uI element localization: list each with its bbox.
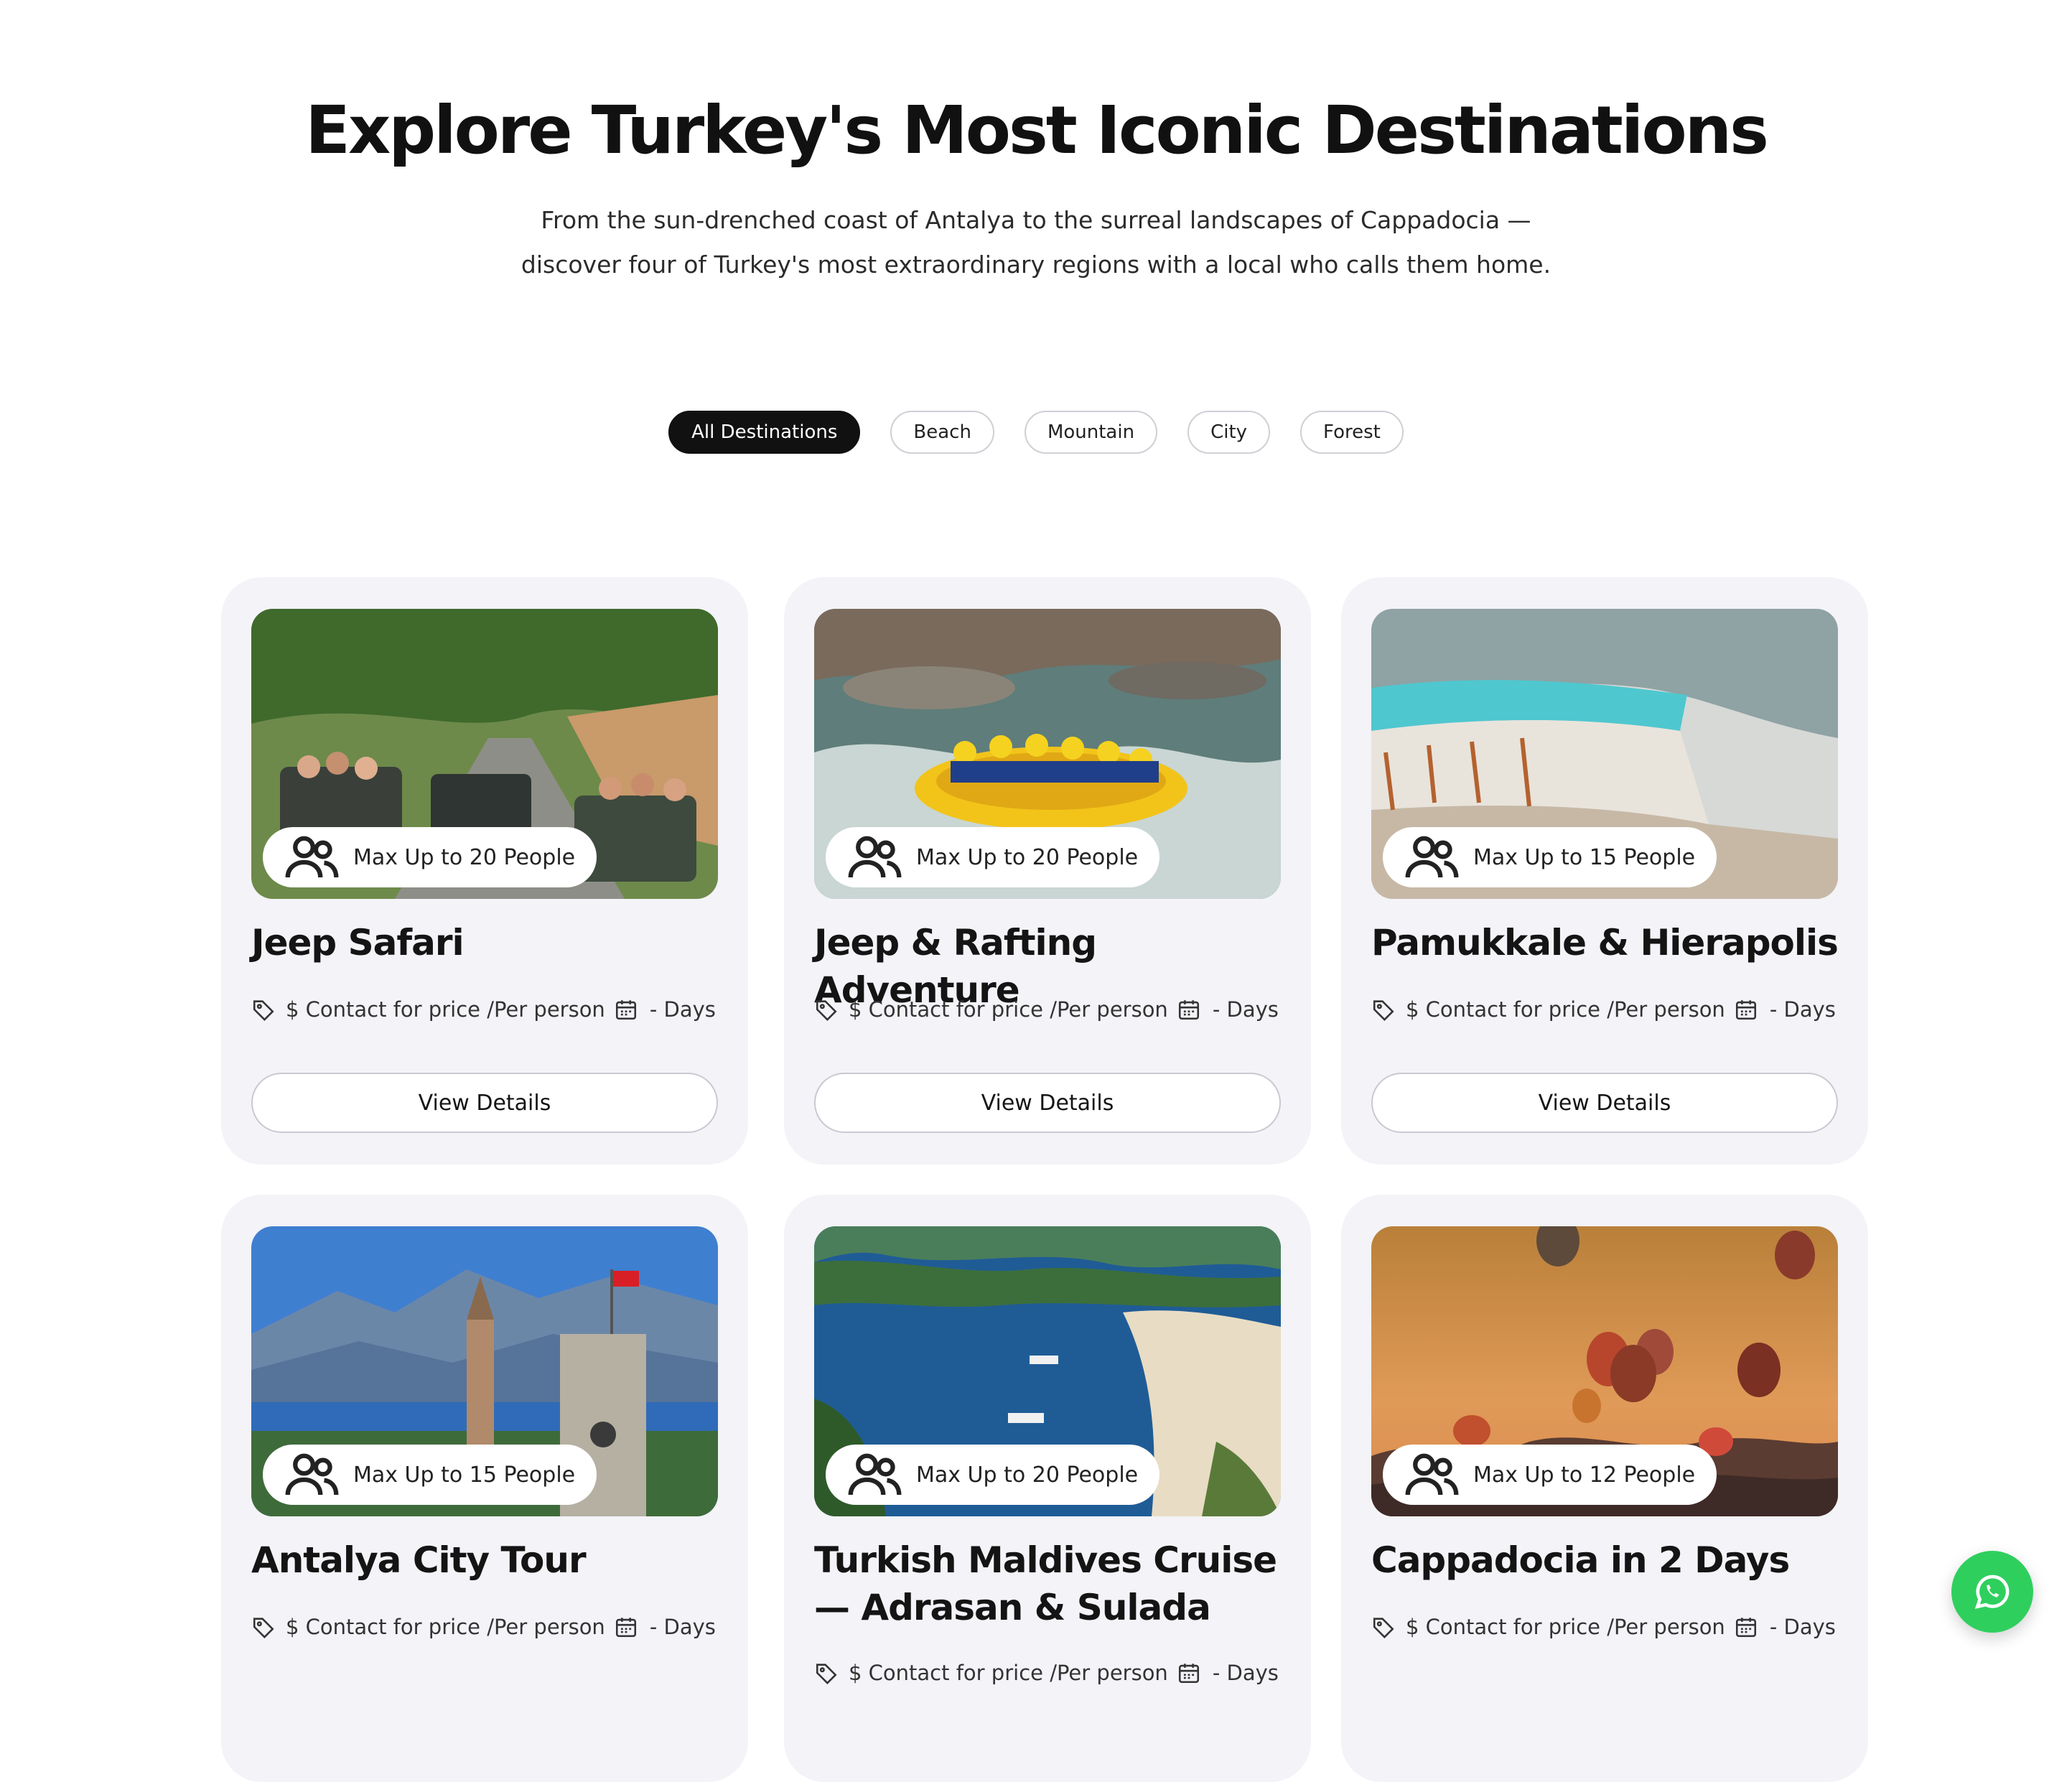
view-details-button[interactable]: View Details	[1371, 1073, 1838, 1133]
calendar-icon	[1178, 1664, 1199, 1684]
tour-meta: $ Contact for price /Per person - Days	[251, 1613, 718, 1641]
price-tag-icon	[253, 1618, 274, 1638]
users-icon	[285, 1453, 339, 1496]
calendar-icon	[615, 1000, 636, 1020]
tour-title[interactable]: Pamukkale & Hierapolis	[1371, 919, 1845, 966]
tour-price: $ Contact for price /Per person	[849, 997, 1168, 1022]
tour-price: $ Contact for price /Per person	[286, 1615, 605, 1639]
calendar-icon	[1735, 1000, 1756, 1020]
tour-price: $ Contact for price /Per person	[849, 1661, 1168, 1685]
section-title: Explore Turkey's Most Iconic Destination…	[305, 92, 1769, 169]
tour-duration: - Days	[1212, 1661, 1279, 1685]
intro-line-2: discover four of Turkey's most extraordi…	[521, 251, 1551, 279]
capacity-text: Max Up to 20 People	[916, 844, 1139, 870]
filter-beach[interactable]: Beach	[890, 411, 994, 454]
hot-air-balloons-photo[interactable]: Max Up to 12 People	[1371, 1226, 1838, 1516]
calendar-icon	[1178, 1000, 1199, 1020]
tour-card: Max Up to 20 People Turkish Maldives Cru…	[784, 1195, 1311, 1782]
adrasan-bay-photo[interactable]: Max Up to 20 People	[814, 1226, 1281, 1516]
capacity-badge: Max Up to 12 People	[1383, 1445, 1717, 1505]
tour-card: Max Up to 15 People Pamukkale & Hierapol…	[1341, 577, 1868, 1165]
capacity-badge: Max Up to 20 People	[826, 827, 1160, 887]
tour-title[interactable]: Turkish Maldives Cruise — Adrasan & Sula…	[814, 1536, 1288, 1631]
tour-meta: $ Contact for price /Per person - Days	[814, 1659, 1281, 1687]
tour-duration: - Days	[649, 1615, 716, 1639]
antalya-clock-tower-photo[interactable]: Max Up to 15 People	[251, 1226, 718, 1516]
price-tag-icon	[253, 1000, 274, 1021]
intro-line-1: From the sun-drenched coast of Antalya t…	[541, 206, 1531, 234]
tour-meta: $ Contact for price /Per person - Days	[814, 995, 1281, 1024]
capacity-badge: Max Up to 15 People	[1383, 827, 1717, 887]
whatsapp-chat-button[interactable]	[1951, 1551, 2033, 1633]
tour-card: Max Up to 15 People Antalya City Tour $ …	[221, 1195, 748, 1782]
tour-meta: $ Contact for price /Per person - Days	[1371, 1613, 1838, 1641]
filter-forest[interactable]: Forest	[1300, 411, 1404, 454]
filter-city[interactable]: City	[1187, 411, 1271, 454]
rafting-photo[interactable]: Max Up to 20 People	[814, 609, 1281, 899]
view-details-button[interactable]: View Details	[814, 1073, 1281, 1133]
calendar-icon	[1735, 1618, 1756, 1638]
calendar-icon	[615, 1618, 636, 1638]
tour-duration: - Days	[1212, 997, 1279, 1022]
destination-filters: All Destinations Beach Mountain City For…	[0, 411, 2072, 454]
tour-card: Max Up to 20 People Jeep & Rafting Adven…	[784, 577, 1311, 1165]
pamukkale-terraces-photo[interactable]: Max Up to 15 People	[1371, 609, 1838, 899]
price-tag-icon	[816, 1664, 837, 1684]
capacity-badge: Max Up to 15 People	[263, 1445, 597, 1505]
price-tag-icon	[1373, 1618, 1394, 1638]
tour-price: $ Contact for price /Per person	[1406, 997, 1725, 1022]
capacity-text: Max Up to 20 People	[916, 1462, 1139, 1488]
tour-duration: - Days	[1769, 997, 1836, 1022]
tour-card: Max Up to 20 People Jeep Safari $ Contac…	[221, 577, 748, 1165]
price-tag-icon	[1373, 1000, 1394, 1021]
users-icon	[1405, 1453, 1459, 1496]
capacity-badge: Max Up to 20 People	[826, 1445, 1160, 1505]
capacity-text: Max Up to 12 People	[1473, 1462, 1696, 1488]
jeep-safari-photo[interactable]: Max Up to 20 People	[251, 609, 718, 899]
users-icon	[848, 836, 902, 878]
tour-title[interactable]: Cappadocia in 2 Days	[1371, 1536, 1845, 1584]
tour-duration: - Days	[1769, 1615, 1836, 1639]
filter-mountain[interactable]: Mountain	[1024, 411, 1158, 454]
tour-title[interactable]: Jeep Safari	[251, 919, 725, 966]
tour-duration: - Days	[649, 997, 716, 1022]
view-details-button[interactable]: View Details	[251, 1073, 718, 1133]
capacity-text: Max Up to 15 People	[1473, 844, 1696, 870]
section-intro: From the sun-drenched coast of Antalya t…	[462, 198, 1610, 287]
capacity-text: Max Up to 15 People	[353, 1462, 576, 1488]
capacity-badge: Max Up to 20 People	[263, 827, 597, 887]
tour-price: $ Contact for price /Per person	[286, 997, 605, 1022]
users-icon	[1405, 836, 1459, 878]
tour-title[interactable]: Antalya City Tour	[251, 1536, 725, 1584]
tour-meta: $ Contact for price /Per person - Days	[1371, 995, 1838, 1024]
whatsapp-icon	[1974, 1575, 2010, 1609]
price-tag-icon	[816, 1000, 837, 1021]
users-icon	[285, 836, 339, 878]
tour-card: Max Up to 12 People Cappadocia in 2 Days…	[1341, 1195, 1868, 1782]
filter-all-destinations[interactable]: All Destinations	[668, 411, 861, 454]
tour-price: $ Contact for price /Per person	[1406, 1615, 1725, 1639]
capacity-text: Max Up to 20 People	[353, 844, 576, 870]
users-icon	[848, 1453, 902, 1496]
tour-meta: $ Contact for price /Per person - Days	[251, 995, 718, 1024]
